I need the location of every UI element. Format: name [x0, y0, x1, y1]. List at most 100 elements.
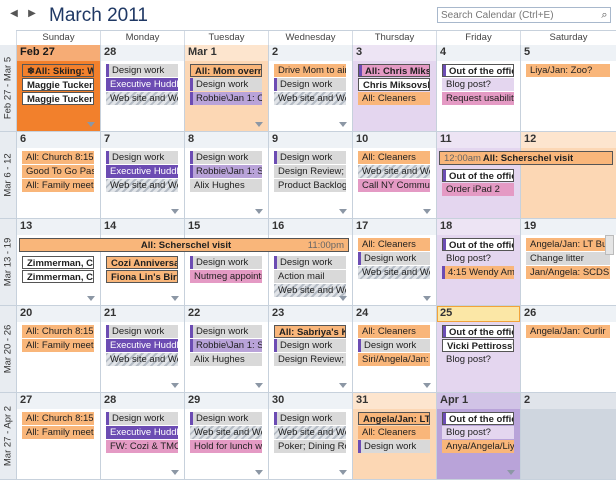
- event-item[interactable]: Design work: [190, 78, 262, 91]
- event-item[interactable]: Angela/Jan: LT Bu: [526, 238, 610, 251]
- event-item[interactable]: All: Family meetin: [22, 179, 94, 192]
- event-item[interactable]: Design work: [106, 412, 178, 425]
- event-item[interactable]: Executive Huddle:: [106, 78, 178, 91]
- day-cell[interactable]: 10 All: Cleaners Web site and We Call NY Co…: [352, 132, 436, 219]
- day-number[interactable]: 2: [272, 46, 278, 58]
- event-item[interactable]: Web site and We: [274, 426, 346, 439]
- day-cell[interactable]: 17 All: Cleaners Design work Web site and W…: [352, 219, 436, 306]
- event-item[interactable]: FW: Cozi & TMO: [106, 440, 178, 453]
- day-number[interactable]: 28: [104, 46, 116, 58]
- event-item[interactable]: Executive Huddle:: [106, 426, 178, 439]
- day-number[interactable]: 27: [20, 394, 32, 406]
- event-item[interactable]: Design work: [274, 78, 346, 91]
- day-number[interactable]: 31: [356, 394, 368, 406]
- day-cell[interactable]: 12: [520, 132, 616, 219]
- day-cell[interactable]: 5 Liya/Jan: Zoo?: [520, 45, 616, 132]
- day-cell[interactable]: 9Design work Design Review; Fa Product Bac…: [268, 132, 352, 219]
- multi-day-event[interactable]: 12:00am All: Scherschel visit: [439, 151, 613, 165]
- event-item[interactable]: Zimmerman, Ch: [22, 270, 94, 283]
- day-number[interactable]: 14: [104, 220, 116, 232]
- event-item[interactable]: Change litter: [526, 252, 610, 265]
- more-events-arrow-icon[interactable]: [255, 470, 263, 475]
- day-cell[interactable]: 3All: Chris Miksov Chris Miksovsky All: Cl…: [352, 45, 436, 132]
- previous-month-button[interactable]: ◀: [9, 8, 19, 20]
- day-number[interactable]: 24: [356, 307, 368, 319]
- event-item[interactable]: All: Family meetin: [22, 339, 94, 352]
- search-icon[interactable]: ⌕: [599, 8, 610, 22]
- day-cell[interactable]: Apr 1 Out of the offic Blog post? Anya/Ange…: [436, 393, 520, 480]
- event-item[interactable]: Drive Mom to air: [274, 64, 346, 77]
- event-item[interactable]: Robbie\Jan 1: S: [190, 339, 262, 352]
- more-events-arrow-icon[interactable]: [255, 383, 263, 388]
- day-number[interactable]: 3: [356, 46, 362, 58]
- next-month-button[interactable]: ▶: [27, 8, 37, 20]
- event-item[interactable]: Alix Hughes: [190, 179, 262, 192]
- day-cell[interactable]: 28 Design work Executive Huddle: Web site a…: [100, 45, 184, 132]
- day-number[interactable]: 20: [20, 307, 32, 319]
- day-cell[interactable]: 4 Out of the offic Blog post? Request usabi…: [436, 45, 520, 132]
- day-number[interactable]: 13: [20, 220, 32, 232]
- more-events-arrow-icon[interactable]: [423, 383, 431, 388]
- event-item[interactable]: Zimmerman, Ch: [22, 256, 94, 269]
- event-item[interactable]: Alix Hughes: [190, 353, 262, 366]
- day-number[interactable]: Feb 27: [20, 46, 55, 58]
- day-cell[interactable]: Feb 27 ❄All: Skiing: Whi Maggie Tucker's Ma…: [16, 45, 100, 132]
- event-item[interactable]: All: Family meetin: [22, 426, 94, 439]
- day-cell[interactable]: 21 Design work Executive Huddle: Web site a…: [100, 306, 184, 393]
- event-item[interactable]: Executive Huddle:: [106, 339, 178, 352]
- event-item[interactable]: Angela/Jan: Curlir: [526, 325, 610, 338]
- day-cell[interactable]: 29 Design work Web site and We Hold for lun…: [184, 393, 268, 480]
- event-item[interactable]: Poker; Dining Roc: [274, 440, 346, 453]
- day-number[interactable]: 5: [524, 46, 530, 58]
- day-cell[interactable]: 28 Design work Executive Huddle: FW: Cozi &…: [100, 393, 184, 480]
- event-item[interactable]: Call NY Communi: [358, 179, 430, 192]
- event-item[interactable]: Anya/Angela/Liya: [442, 440, 514, 453]
- event-item[interactable]: 4:15 Wendy Amdi: [442, 266, 514, 279]
- event-item[interactable]: Product Backlog I: [274, 179, 346, 192]
- day-number[interactable]: 12: [524, 133, 536, 145]
- day-number[interactable]: 23: [272, 307, 284, 319]
- search-calendar-input[interactable]: Search Calendar (Ctrl+E): [437, 7, 611, 23]
- day-cell[interactable]: 19 Angela/Jan: LT Bu Change litter Jan/Ange…: [520, 219, 616, 306]
- event-item[interactable]: Liya/Jan: Zoo?: [526, 64, 610, 77]
- more-events-arrow-icon[interactable]: [87, 122, 95, 127]
- event-item[interactable]: Executive Huddle:: [106, 165, 178, 178]
- day-cell[interactable]: 27 All: Church 8:15 All: Family meetin: [16, 393, 100, 480]
- more-events-arrow-icon[interactable]: [171, 296, 179, 301]
- day-number[interactable]: 18: [440, 220, 452, 232]
- multi-day-event[interactable]: 11:00pm All: Scherschel visit: [19, 238, 349, 252]
- day-cell[interactable]: 31 Angela/Jan: LT C All: Cleaners Design wo…: [352, 393, 436, 480]
- event-item[interactable]: Design work: [106, 151, 178, 164]
- day-cell[interactable]: 20 All: Church 8:15 All: Family meetin: [16, 306, 100, 393]
- event-item[interactable]: Out of the offic: [442, 238, 514, 251]
- event-item[interactable]: Siri/Angela/Jan: L: [358, 353, 430, 366]
- day-cell[interactable]: 22 Design work Robbie\Jan 1: S Alix Hughes: [184, 306, 268, 393]
- day-number[interactable]: 2: [524, 394, 530, 406]
- day-cell[interactable]: 15 Design work Nutmeg appointr: [184, 219, 268, 306]
- event-item[interactable]: All: Church 8:15: [22, 151, 94, 164]
- event-item[interactable]: Action mail: [274, 270, 346, 283]
- event-item[interactable]: Jan/Angela: SCDS: [526, 266, 610, 279]
- day-number[interactable]: 7: [104, 133, 110, 145]
- event-item[interactable]: Cozi Anniversary: [106, 256, 178, 269]
- day-number[interactable]: Apr 1: [440, 394, 468, 406]
- event-item[interactable]: Design work: [358, 339, 430, 352]
- event-item[interactable]: Angela/Jan: LT C: [358, 412, 430, 425]
- more-events-arrow-icon[interactable]: [339, 383, 347, 388]
- event-item[interactable]: Order iPad 2: [442, 183, 514, 196]
- event-item[interactable]: All: Church 8:15: [22, 412, 94, 425]
- event-item[interactable]: Design Review; Fa: [274, 165, 346, 178]
- day-number[interactable]: 28: [104, 394, 116, 406]
- more-events-arrow-icon[interactable]: [339, 122, 347, 127]
- day-number[interactable]: 8: [188, 133, 194, 145]
- more-events-arrow-icon[interactable]: [255, 122, 263, 127]
- event-item[interactable]: Blog post?: [442, 252, 514, 265]
- event-item[interactable]: Good To Go Pass: [22, 165, 94, 178]
- event-item[interactable]: Robbie\Jan 1: S: [190, 165, 262, 178]
- event-item[interactable]: Design work: [358, 252, 430, 265]
- day-cell[interactable]: 2: [520, 393, 616, 480]
- event-item[interactable]: Out of the offic: [442, 169, 514, 182]
- day-cell[interactable]: 14 Cozi Anniversary Fiona Lin's Birth: [100, 219, 184, 306]
- day-cell[interactable]: 26 Angela/Jan: Curlir: [520, 306, 616, 393]
- event-item[interactable]: Design work: [190, 325, 262, 338]
